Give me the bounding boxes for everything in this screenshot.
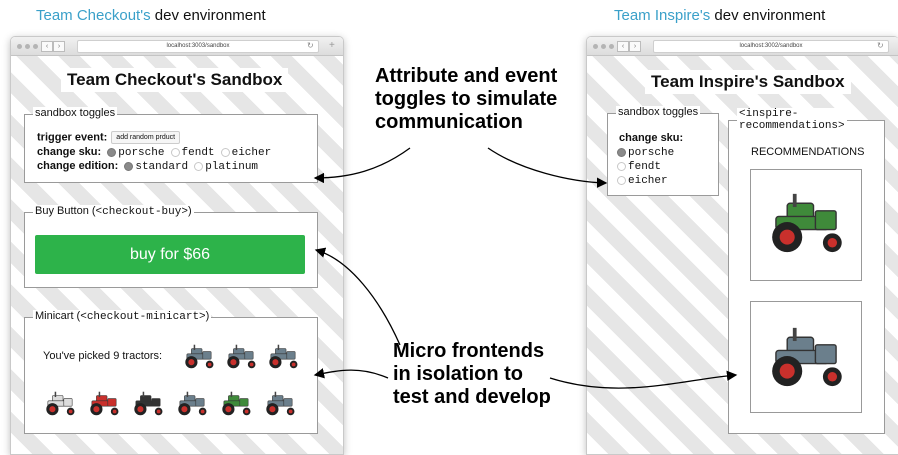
arrow-to-checkout-toggles bbox=[313, 147, 411, 184]
arrow-to-inspire-toggles bbox=[487, 147, 608, 188]
arrow-to-buy-button bbox=[314, 247, 401, 346]
arrow-to-minicart bbox=[313, 368, 389, 379]
arrow-to-recommendations bbox=[549, 370, 738, 389]
annotation-arrows bbox=[313, 147, 738, 389]
